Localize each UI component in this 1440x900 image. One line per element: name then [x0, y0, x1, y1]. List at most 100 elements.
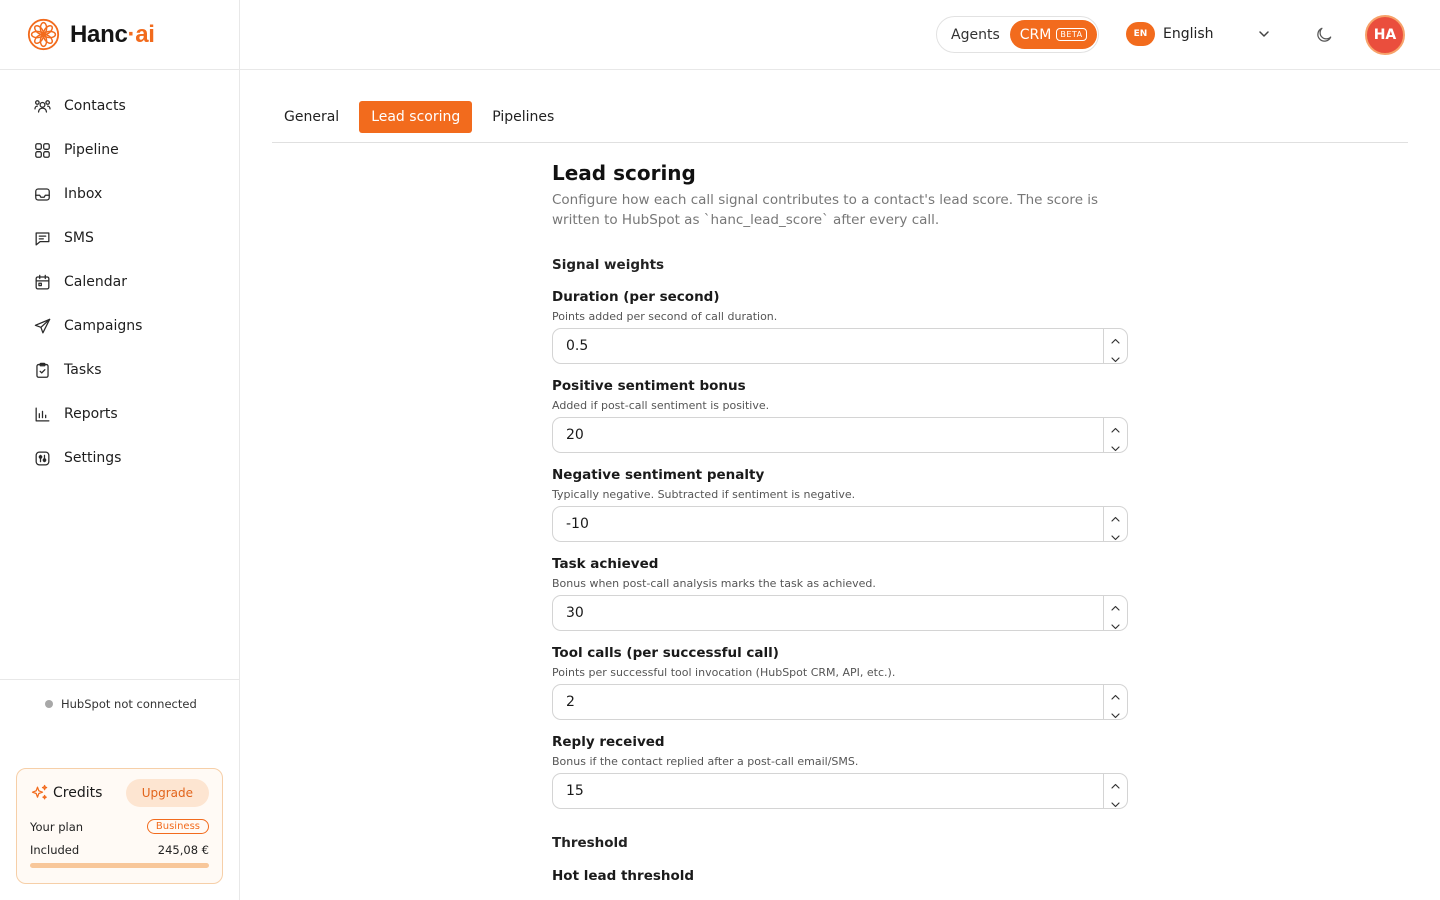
moon-icon[interactable]: [1314, 25, 1334, 45]
decrement-button[interactable]: [1104, 348, 1127, 363]
field-help: Added if post-call sentiment is positive…: [552, 399, 770, 412]
tasks-icon: [32, 360, 52, 380]
number-field: Duration (per second) Points added per s…: [552, 289, 1132, 364]
chevron-down-icon[interactable]: [1256, 26, 1272, 42]
sidebar-item-label: Calendar: [64, 274, 127, 290]
sidebar-item-label: Settings: [64, 450, 122, 466]
language-selector[interactable]: EN English: [1126, 22, 1214, 46]
field-help: Bonus when post-call analysis marks the …: [552, 577, 876, 590]
plan-label: Your plan: [30, 819, 84, 834]
number-stepper: [1103, 596, 1127, 630]
chevron-up-icon: [1111, 774, 1120, 793]
decrement-button[interactable]: [1104, 437, 1127, 452]
number-stepper: [1103, 418, 1127, 452]
number-input-value[interactable]: 0.5: [553, 329, 1103, 363]
campaigns-icon: [32, 316, 52, 336]
number-field: Positive sentiment bonus Added if post-c…: [552, 378, 1132, 453]
decrement-button[interactable]: [1104, 615, 1127, 630]
number-input[interactable]: 30: [552, 595, 1128, 631]
sidebar-item-label: Inbox: [64, 186, 103, 202]
chevron-down-icon: [1111, 615, 1120, 630]
sidebar-item-label: Contacts: [64, 98, 126, 114]
chevron-up-icon: [1111, 685, 1120, 704]
chevron-down-icon: [1111, 704, 1120, 719]
sidebar-item-calendar[interactable]: Calendar: [0, 260, 239, 304]
number-input[interactable]: 2: [552, 684, 1128, 720]
field-help: Points per successful tool invocation (H…: [552, 666, 896, 679]
sidebar-item-pipeline[interactable]: Pipeline: [0, 128, 239, 172]
chevron-up-icon: [1111, 329, 1120, 348]
sidebar-item-campaigns[interactable]: Campaigns: [0, 304, 239, 348]
settings-icon: [32, 448, 52, 468]
mode-agents-button[interactable]: Agents: [940, 27, 1010, 43]
number-stepper: [1103, 329, 1127, 363]
sidebar-item-label: Campaigns: [64, 318, 143, 334]
number-input-value[interactable]: -10: [553, 507, 1103, 541]
language-code-badge: EN: [1126, 22, 1155, 46]
tab-lead-scoring[interactable]: Lead scoring: [359, 101, 473, 133]
sidebar-item-sms[interactable]: SMS: [0, 216, 239, 260]
credits-title: Credits: [30, 783, 102, 803]
chevron-up-icon: [1111, 596, 1120, 615]
number-field: Tool calls (per successful call) Points …: [552, 645, 1132, 720]
contacts-icon: [32, 96, 52, 116]
number-input-value[interactable]: 15: [553, 774, 1103, 808]
included-label: Included: [30, 843, 80, 857]
number-field: Negative sentiment penalty Typically neg…: [552, 467, 1132, 542]
user-avatar[interactable]: HA: [1365, 15, 1405, 55]
sidebar-nav: Contacts Pipeline Inbox SMS Calendar Cam…: [0, 70, 239, 480]
decrement-button[interactable]: [1104, 793, 1127, 808]
logo[interactable]: Hanc·ai: [0, 0, 239, 70]
sidebar-item-label: Reports: [64, 406, 118, 422]
sms-icon: [32, 228, 52, 248]
reports-icon: [32, 404, 52, 424]
increment-button[interactable]: [1104, 774, 1127, 793]
chevron-up-icon: [1111, 507, 1120, 526]
tab-pipelines[interactable]: Pipelines: [480, 101, 566, 133]
field-label: Positive sentiment bonus: [552, 378, 746, 394]
chevron-down-icon: [1111, 348, 1120, 363]
sidebar-item-contacts[interactable]: Contacts: [0, 84, 239, 128]
status-dot-icon: [45, 700, 53, 708]
decrement-button[interactable]: [1104, 704, 1127, 719]
mode-crm-button[interactable]: CRM BETA: [1009, 20, 1097, 49]
sidebar-item-reports[interactable]: Reports: [0, 392, 239, 436]
beta-badge: BETA: [1056, 28, 1087, 41]
increment-button[interactable]: [1104, 685, 1127, 704]
decrement-button[interactable]: [1104, 526, 1127, 541]
increment-button[interactable]: [1104, 418, 1127, 437]
sidebar-item-label: Tasks: [64, 362, 102, 378]
number-input[interactable]: 0.5: [552, 328, 1128, 364]
sidebar-item-label: SMS: [64, 230, 94, 246]
settings-tabs: General Lead scoring Pipelines: [272, 101, 1408, 143]
page-title: Lead scoring: [552, 161, 696, 185]
number-input-value[interactable]: 20: [553, 418, 1103, 452]
page-description: Configure how each call signal contribut…: [552, 192, 1099, 228]
sidebar-item-inbox[interactable]: Inbox: [0, 172, 239, 216]
number-input-value[interactable]: 30: [553, 596, 1103, 630]
sidebar-item-settings[interactable]: Settings: [0, 436, 239, 480]
inbox-icon: [32, 184, 52, 204]
number-input[interactable]: 20: [552, 417, 1128, 453]
upgrade-button[interactable]: Upgrade: [125, 779, 209, 807]
top-header: Agents CRM BETA EN English HA: [240, 0, 1440, 70]
number-stepper: [1103, 774, 1127, 808]
calendar-icon: [32, 272, 52, 292]
plan-badge: Business: [146, 819, 209, 834]
credits-card: Credits Upgrade Your plan Business Inclu…: [16, 768, 223, 884]
increment-button[interactable]: [1104, 596, 1127, 615]
increment-button[interactable]: [1104, 507, 1127, 526]
number-field: Task achieved Bonus when post-call analy…: [552, 556, 1132, 631]
sidebar-item-tasks[interactable]: Tasks: [0, 348, 239, 392]
number-input-value[interactable]: 2: [553, 685, 1103, 719]
credits-progress-fill: [30, 863, 209, 868]
number-input[interactable]: 15: [552, 773, 1128, 809]
increment-button[interactable]: [1104, 329, 1127, 348]
number-input[interactable]: -10: [552, 506, 1128, 542]
included-value: 245,08 €: [157, 843, 209, 857]
chevron-down-icon: [1111, 793, 1120, 808]
field-help: Points added per second of call duration…: [552, 310, 778, 323]
chevron-down-icon: [1111, 526, 1120, 541]
tab-general[interactable]: General: [272, 101, 351, 133]
field-label: Reply received: [552, 734, 665, 750]
